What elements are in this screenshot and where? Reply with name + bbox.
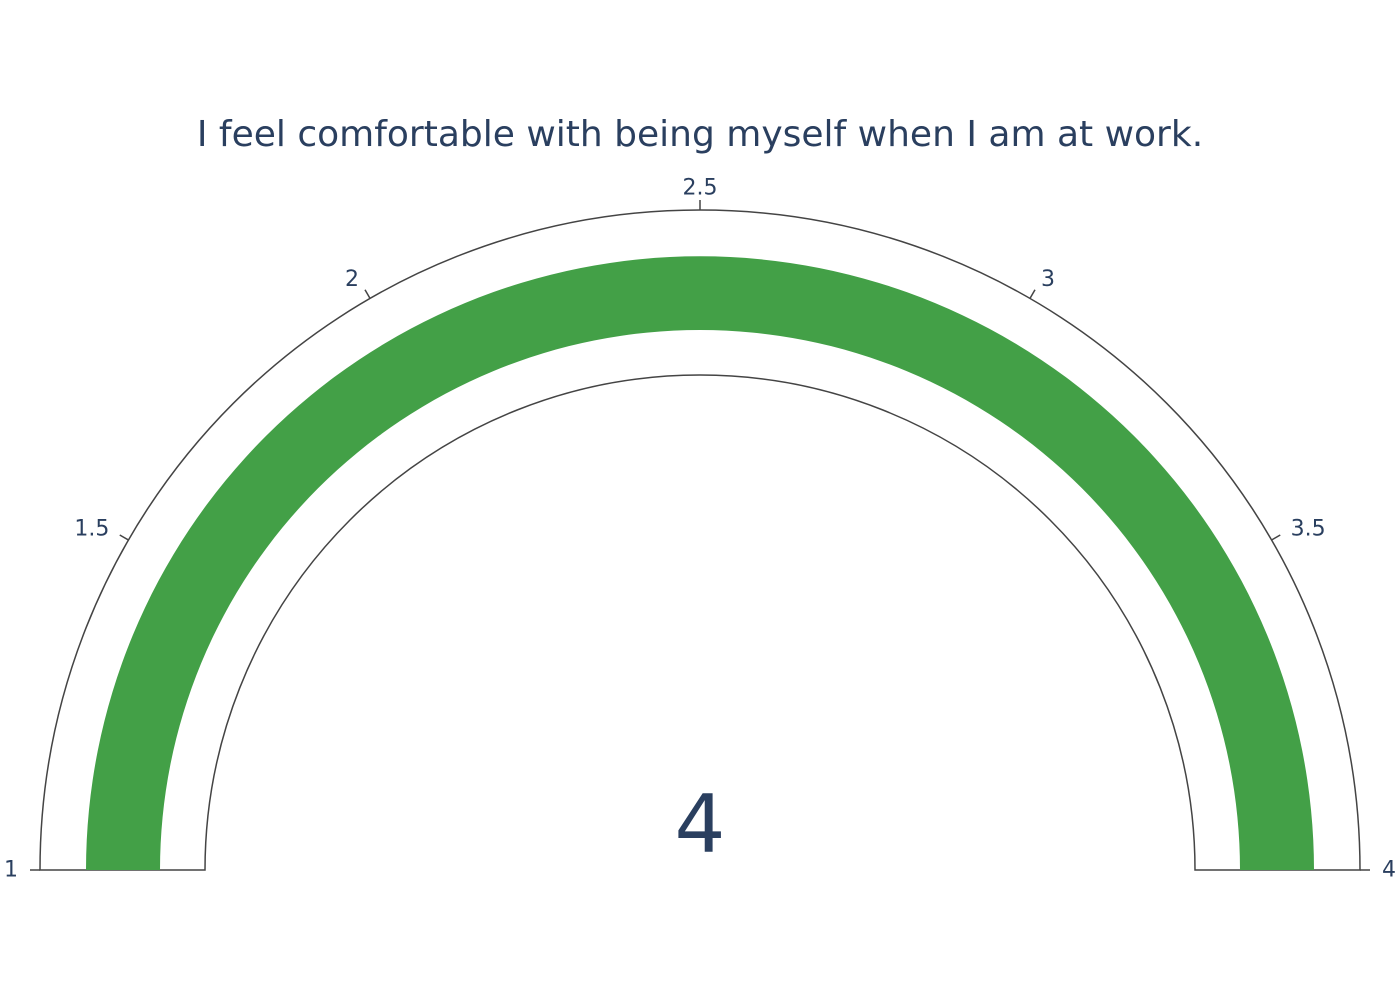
- gauge-tick-label: 1: [4, 858, 18, 883]
- gauge-chart: I feel comfortable with being myself whe…: [0, 0, 1400, 1000]
- gauge-tick-label: 2: [345, 267, 359, 292]
- gauge-tick-mark: [1029, 289, 1036, 299]
- gauge-tick-label: 3: [1041, 267, 1055, 292]
- gauge-value-number: 4: [675, 778, 726, 871]
- gauge-tick-mark: [119, 534, 129, 541]
- gauge-tick-label: 4: [1382, 858, 1396, 883]
- gauge-svg: I feel comfortable with being myself whe…: [4, 114, 1396, 883]
- gauge-tick-label: 2.5: [683, 176, 718, 201]
- chart-title: I feel comfortable with being myself whe…: [197, 114, 1203, 155]
- gauge-tick-mark: [1271, 534, 1281, 541]
- gauge-tick-label: 1.5: [74, 517, 109, 542]
- gauge-tick-label: 3.5: [1291, 517, 1326, 542]
- gauge-tick-mark: [364, 289, 371, 299]
